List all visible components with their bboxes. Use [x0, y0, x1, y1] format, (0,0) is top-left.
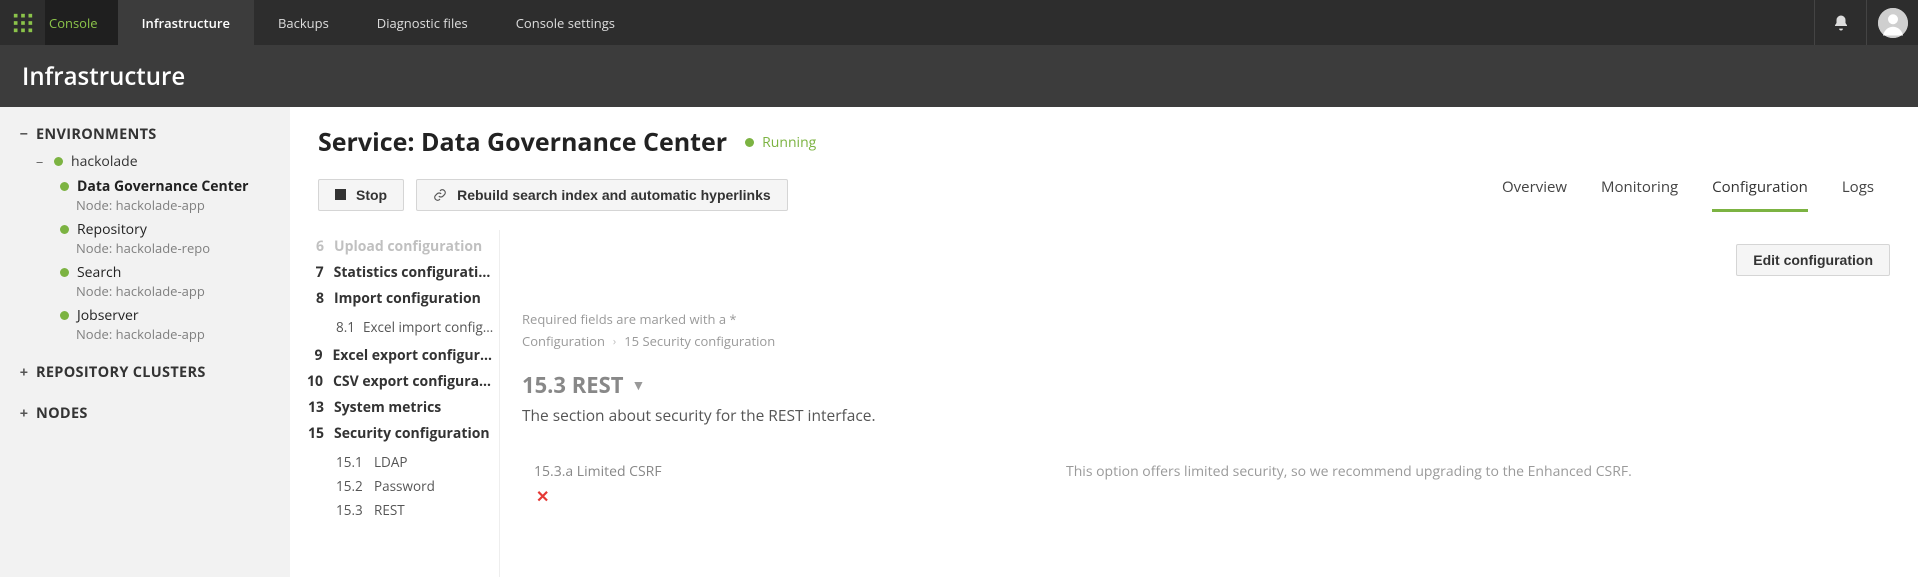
- status-dot-icon: [60, 311, 69, 320]
- breadcrumb: Configuration › 15 Security configuratio…: [522, 332, 1890, 350]
- tab-logs[interactable]: Logs: [1842, 177, 1874, 212]
- toc-item[interactable]: 13System metrics: [304, 398, 493, 417]
- notifications-button[interactable]: [1814, 0, 1866, 45]
- stop-button[interactable]: Stop: [318, 179, 404, 211]
- sidebar-svc-repository[interactable]: Repository Node: hackolade-repo: [60, 220, 282, 257]
- rebuild-button-label: Rebuild search index and automatic hyper…: [457, 187, 771, 203]
- main: Service: Data Governance Center Running …: [290, 107, 1918, 577]
- toc-item[interactable]: 10CSV export configurati…: [304, 372, 493, 391]
- sidebar-group-environments[interactable]: − ENVIRONMENTS: [18, 125, 282, 144]
- toc-item[interactable]: 7Statistics configuration: [304, 263, 493, 282]
- sidebar-env-hackolade[interactable]: − hackolade: [36, 152, 282, 171]
- svc-node-label: Node: hackolade-app: [76, 282, 282, 300]
- field-label: 15.3.a Limited CSRF: [534, 462, 1042, 481]
- tab-monitoring[interactable]: Monitoring: [1601, 177, 1678, 212]
- field-row: 15.3.a Limited CSRF ✕ This option offers…: [522, 462, 1890, 507]
- sidebar-group-repo-clusters[interactable]: + REPOSITORY CLUSTERS: [18, 363, 282, 382]
- required-hint: Required fields are marked with a *: [522, 310, 1890, 328]
- app-logo: [0, 0, 45, 45]
- toc-item[interactable]: 9Excel export configurat…: [304, 346, 493, 365]
- env-name: hackolade: [71, 152, 138, 171]
- sidebar-group-label: NODES: [36, 404, 88, 423]
- user-avatar-button[interactable]: [1866, 0, 1918, 45]
- status-label: Running: [762, 133, 816, 152]
- topnav-tab-infrastructure[interactable]: Infrastructure: [118, 0, 254, 45]
- service-tabs: Overview Monitoring Configuration Logs: [1502, 177, 1890, 212]
- toc-subitem[interactable]: 15.2Password: [336, 474, 493, 498]
- console-label[interactable]: Console: [45, 0, 118, 45]
- crumb-configuration[interactable]: Configuration: [522, 332, 605, 350]
- config-detail: Edit configuration Required fields are m…: [500, 230, 1918, 577]
- toc-item[interactable]: 8Import configuration: [304, 289, 493, 308]
- status-dot-icon: [60, 225, 69, 234]
- sidebar-svc-search[interactable]: Search Node: hackolade-app: [60, 263, 282, 300]
- status-dot-icon: [54, 157, 63, 166]
- svc-node-label: Node: hackolade-app: [76, 196, 282, 214]
- toc-item[interactable]: 6Upload configuration: [304, 237, 493, 256]
- chevron-right-icon: ›: [613, 334, 616, 349]
- section-title[interactable]: 15.3 REST ▼: [522, 370, 1890, 400]
- tab-overview[interactable]: Overview: [1502, 177, 1567, 212]
- service-status: Running: [745, 133, 816, 152]
- expand-icon: +: [18, 404, 30, 423]
- sidebar-svc-dgc[interactable]: Data Governance Center Node: hackolade-a…: [60, 177, 282, 214]
- sidebar-group-label: ENVIRONMENTS: [36, 125, 157, 144]
- expand-icon: +: [18, 363, 30, 382]
- edit-configuration-button[interactable]: Edit configuration: [1736, 244, 1890, 276]
- svc-node-label: Node: hackolade-repo: [76, 239, 282, 257]
- topnav-tab-backups[interactable]: Backups: [254, 0, 353, 45]
- topbar: Console Infrastructure Backups Diagnosti…: [0, 0, 1918, 45]
- status-dot-icon: [60, 268, 69, 277]
- status-dot-icon: [745, 138, 754, 147]
- stop-icon: [335, 189, 346, 200]
- sidebar-svc-jobserver[interactable]: Jobserver Node: hackolade-app: [60, 306, 282, 343]
- config-toc[interactable]: 6Upload configuration 7Statistics config…: [290, 230, 500, 577]
- topnav-tab-diagnostic[interactable]: Diagnostic files: [353, 0, 492, 45]
- crumb-security[interactable]: 15 Security configuration: [624, 332, 775, 350]
- service-title: Service: Data Governance Center: [318, 125, 727, 159]
- collapse-icon: −: [18, 125, 30, 144]
- chevron-down-icon: ▼: [631, 376, 645, 395]
- section-description: The section about security for the REST …: [522, 404, 1890, 426]
- rebuild-button[interactable]: Rebuild search index and automatic hyper…: [416, 179, 788, 211]
- toc-item[interactable]: 15Security configuration: [304, 424, 493, 443]
- toc-subitem[interactable]: 15.3REST: [336, 498, 493, 522]
- link-icon: [433, 188, 447, 202]
- page-title: Infrastructure: [0, 45, 1918, 107]
- topnav-tab-console-settings[interactable]: Console settings: [492, 0, 639, 45]
- tab-configuration[interactable]: Configuration: [1712, 177, 1808, 212]
- status-dot-icon: [60, 182, 69, 191]
- sidebar-group-nodes[interactable]: + NODES: [18, 404, 282, 423]
- field-help: This option offers limited security, so …: [1066, 462, 1890, 507]
- collapse-icon: −: [36, 153, 46, 171]
- sidebar-group-label: REPOSITORY CLUSTERS: [36, 363, 206, 382]
- stop-button-label: Stop: [356, 187, 387, 203]
- sidebar: − ENVIRONMENTS − hackolade Data Governan…: [0, 107, 290, 577]
- toc-subitem[interactable]: 8.1Excel import config…: [336, 315, 493, 339]
- avatar: [1878, 8, 1908, 38]
- svc-node-label: Node: hackolade-app: [76, 325, 282, 343]
- toc-subitem[interactable]: 15.1LDAP: [336, 450, 493, 474]
- bell-icon: [1832, 14, 1850, 32]
- x-icon: ✕: [536, 485, 1042, 507]
